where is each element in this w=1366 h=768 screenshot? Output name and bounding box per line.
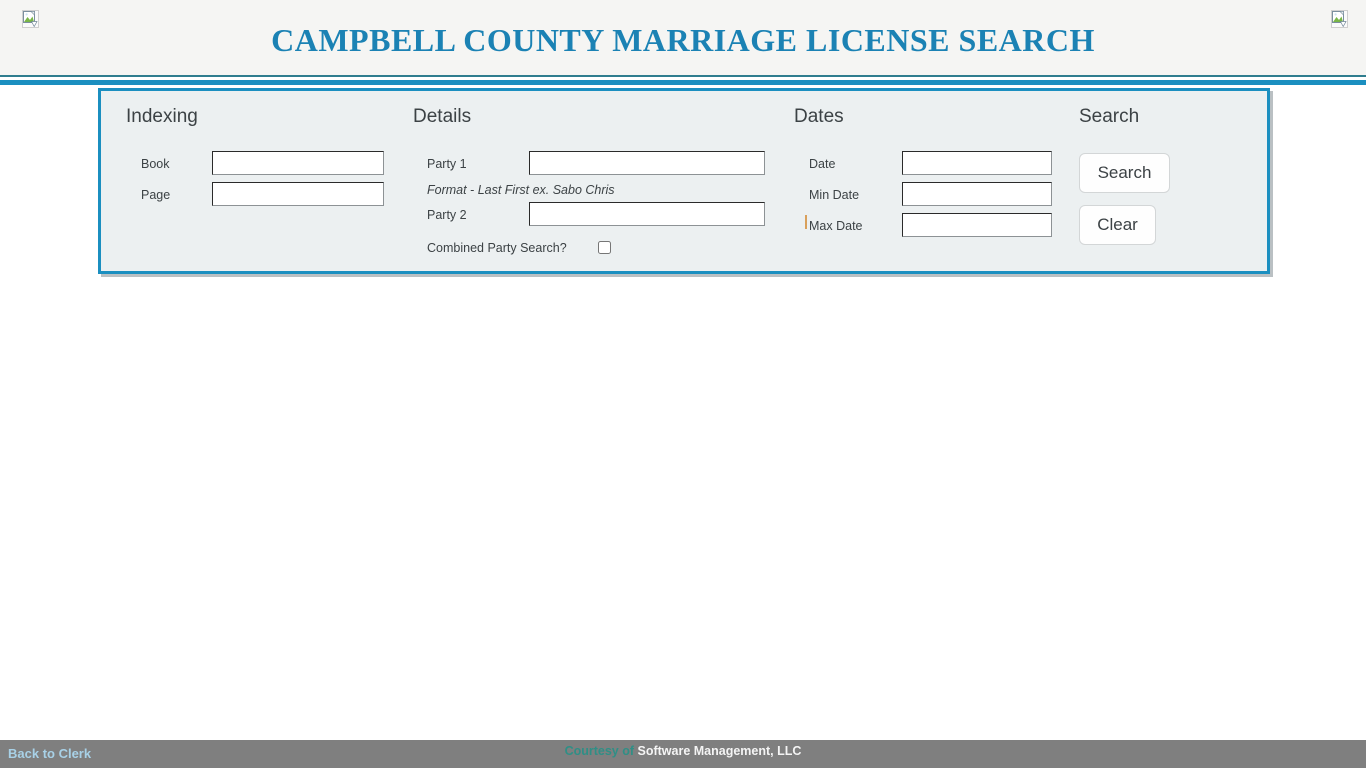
party-1-input[interactable] — [529, 151, 765, 175]
party-2-input[interactable] — [529, 202, 765, 226]
label-party-2: Party 2 — [427, 208, 467, 222]
page-title: CAMPBELL COUNTY MARRIAGE LICENSE SEARCH — [271, 22, 1095, 58]
main-content: Indexing Book Page Details Party 1 Forma… — [0, 85, 1366, 740]
label-page: Page — [141, 188, 171, 202]
label-combined-party-search: Combined Party Search? — [427, 241, 567, 255]
footer-credit-company: Software Management, LLC — [637, 744, 802, 758]
label-party-1: Party 1 — [427, 157, 467, 171]
section-heading-dates: Dates — [794, 106, 844, 127]
section-heading-indexing: Indexing — [126, 106, 198, 127]
label-date: Date — [809, 157, 836, 171]
section-heading-search: Search — [1079, 106, 1140, 127]
page-footer: Back to Clerk Courtesy of Software Manag… — [0, 740, 1366, 768]
text-caret-marker — [805, 215, 807, 229]
footer-credit: Courtesy of Software Management, LLC — [0, 744, 1366, 758]
book-input[interactable] — [212, 151, 384, 175]
label-min-date: Min Date — [809, 188, 860, 202]
clear-button[interactable]: Clear — [1079, 205, 1156, 245]
label-max-date: Max Date — [809, 219, 863, 233]
search-button[interactable]: Search — [1079, 153, 1170, 193]
footer-credit-prefix: Courtesy of — [564, 744, 635, 758]
date-input[interactable] — [902, 151, 1052, 175]
page-input[interactable] — [212, 182, 384, 206]
min-date-input[interactable] — [902, 182, 1052, 206]
broken-image-icon-right — [1331, 10, 1348, 28]
max-date-input[interactable] — [902, 213, 1052, 237]
section-heading-details: Details — [413, 106, 472, 127]
label-book: Book — [141, 157, 170, 171]
party-format-hint: Format - Last First ex. Sabo Chris — [427, 183, 615, 197]
page-header: CAMPBELL COUNTY MARRIAGE LICENSE SEARCH — [0, 0, 1366, 75]
search-form-panel: Indexing Book Page Details Party 1 Forma… — [98, 88, 1270, 274]
combined-party-search-checkbox[interactable] — [598, 241, 611, 254]
